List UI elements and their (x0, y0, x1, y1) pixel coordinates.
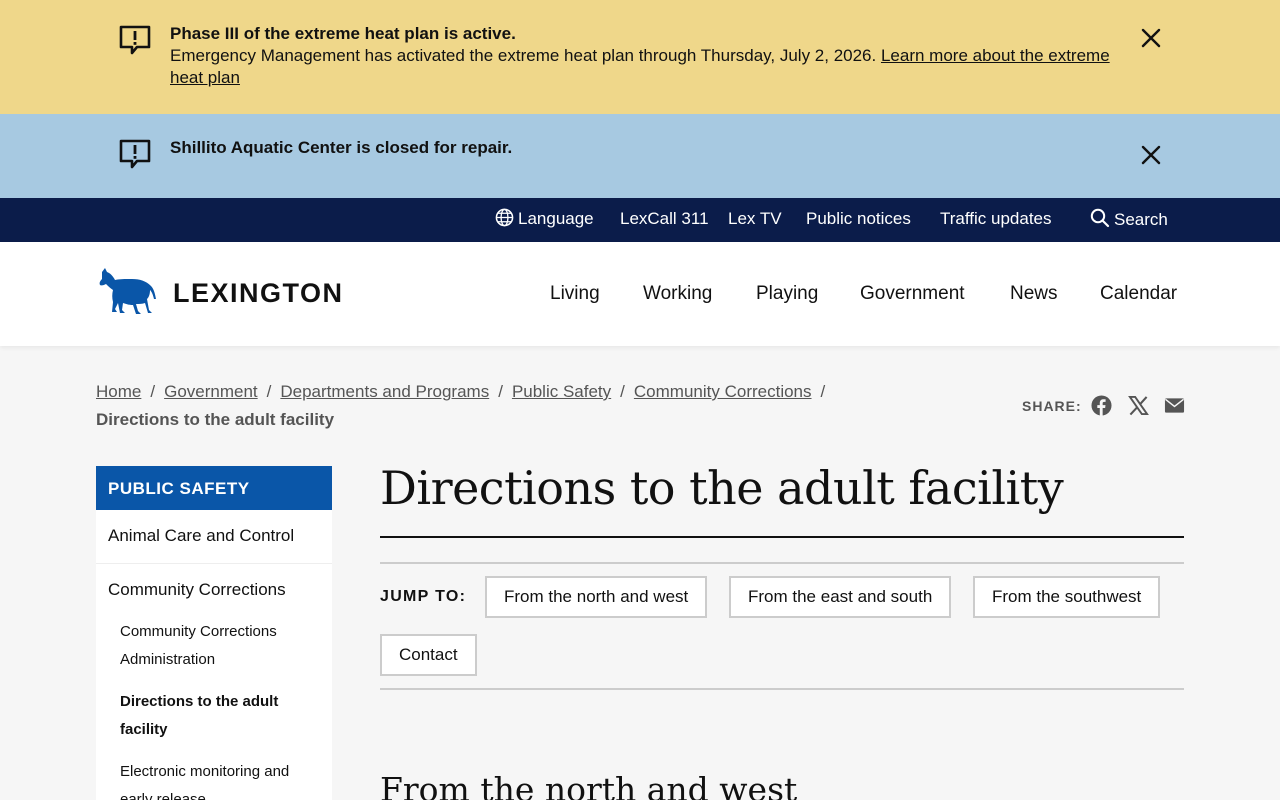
jump-to-label: JUMP TO: (380, 588, 467, 605)
x-icon[interactable] (1128, 395, 1149, 416)
jump-to-box: JUMP TO: From the north and west From th… (380, 562, 1184, 690)
sidenav-subitem-directions[interactable]: Directions to the adult facility (96, 680, 332, 750)
lextv-link[interactable]: Lex TV (728, 208, 782, 230)
alert-heat-plan: Phase III of the extreme heat plan is ac… (0, 0, 1280, 114)
globe-icon (495, 208, 514, 227)
public-notices-link[interactable]: Public notices (806, 208, 911, 230)
breadcrumb-current: Directions to the adult facility (96, 410, 335, 429)
traffic-updates-link[interactable]: Traffic updates (940, 208, 1052, 230)
search-button[interactable]: Search (1090, 208, 1168, 231)
nav-living[interactable]: Living (550, 282, 600, 306)
nav-news[interactable]: News (1010, 282, 1058, 306)
title-divider (380, 536, 1184, 538)
jump-north-west-button[interactable]: From the north and west (485, 576, 708, 618)
page-title: Directions to the adult facility (380, 461, 1064, 515)
breadcrumb-separator: / (498, 382, 503, 401)
nav-government[interactable]: Government (860, 282, 965, 306)
horse-logo-icon (99, 268, 156, 314)
alert-aquatic-center: Shillito Aquatic Center is closed for re… (0, 114, 1280, 198)
breadcrumb-separator: / (150, 382, 156, 401)
sidenav-item-animal-care[interactable]: Animal Care and Control (96, 510, 332, 564)
language-link[interactable]: Language (495, 208, 594, 230)
close-icon[interactable] (1140, 27, 1162, 49)
section-sidenav: PUBLIC SAFETY Animal Care and Control Co… (96, 466, 332, 800)
sidenav-item-community-corrections[interactable]: Community Corrections (96, 564, 332, 618)
breadcrumb-separator: / (620, 382, 625, 401)
alert-aquatic-title: Shillito Aquatic Center is closed for re… (170, 138, 513, 157)
nav-working[interactable]: Working (643, 282, 712, 306)
breadcrumb-public-safety[interactable]: Public Safety (512, 382, 611, 401)
breadcrumb-community-corrections[interactable]: Community Corrections (634, 382, 812, 401)
alert-exclamation-icon (119, 25, 151, 55)
alert-heat-text: Phase III of the extreme heat plan is ac… (170, 23, 1110, 89)
utility-bar: Language LexCall 311 Lex TV Public notic… (0, 198, 1280, 242)
close-icon[interactable] (1140, 144, 1162, 166)
logo-wordmark: LEXINGTON (173, 278, 344, 308)
sidenav-heading[interactable]: PUBLIC SAFETY (96, 466, 332, 510)
sidenav-subitem-administration[interactable]: Community Corrections Administration (96, 618, 332, 680)
jump-east-south-button[interactable]: From the east and south (729, 576, 952, 618)
alert-heat-title: Phase III of the extreme heat plan is ac… (170, 24, 516, 43)
nav-playing[interactable]: Playing (756, 282, 818, 306)
lexcall-link[interactable]: LexCall 311 (620, 208, 709, 230)
site-header: LEXINGTON Living Working Playing Governm… (0, 242, 1280, 346)
language-label: Language (518, 209, 594, 228)
breadcrumb-separator: / (266, 382, 272, 401)
jump-contact-button[interactable]: Contact (380, 634, 477, 676)
breadcrumb-departments[interactable]: Departments and Programs (280, 382, 489, 401)
alert-heat-body: Emergency Management has activated the e… (170, 46, 877, 65)
jump-southwest-button[interactable]: From the southwest (973, 576, 1161, 618)
breadcrumb: Home / Government / Departments and Programs… (96, 378, 916, 434)
search-icon (1090, 208, 1110, 228)
breadcrumb-home[interactable]: Home (96, 382, 141, 401)
breadcrumb-separator: / (820, 382, 826, 401)
email-icon[interactable] (1164, 395, 1185, 416)
facebook-icon[interactable] (1091, 395, 1112, 416)
section-heading-north-west: From the north and west (380, 770, 798, 800)
search-label: Search (1114, 210, 1168, 229)
nav-calendar[interactable]: Calendar (1100, 282, 1177, 306)
breadcrumb-government[interactable]: Government (164, 382, 258, 401)
share-label: SHARE: (1022, 398, 1082, 414)
alert-aquatic-text: Shillito Aquatic Center is closed for re… (170, 137, 1110, 159)
alert-exclamation-icon (119, 139, 151, 169)
sidenav-subitem-electronic-monitoring[interactable]: Electronic monitoring and early release (96, 750, 332, 800)
